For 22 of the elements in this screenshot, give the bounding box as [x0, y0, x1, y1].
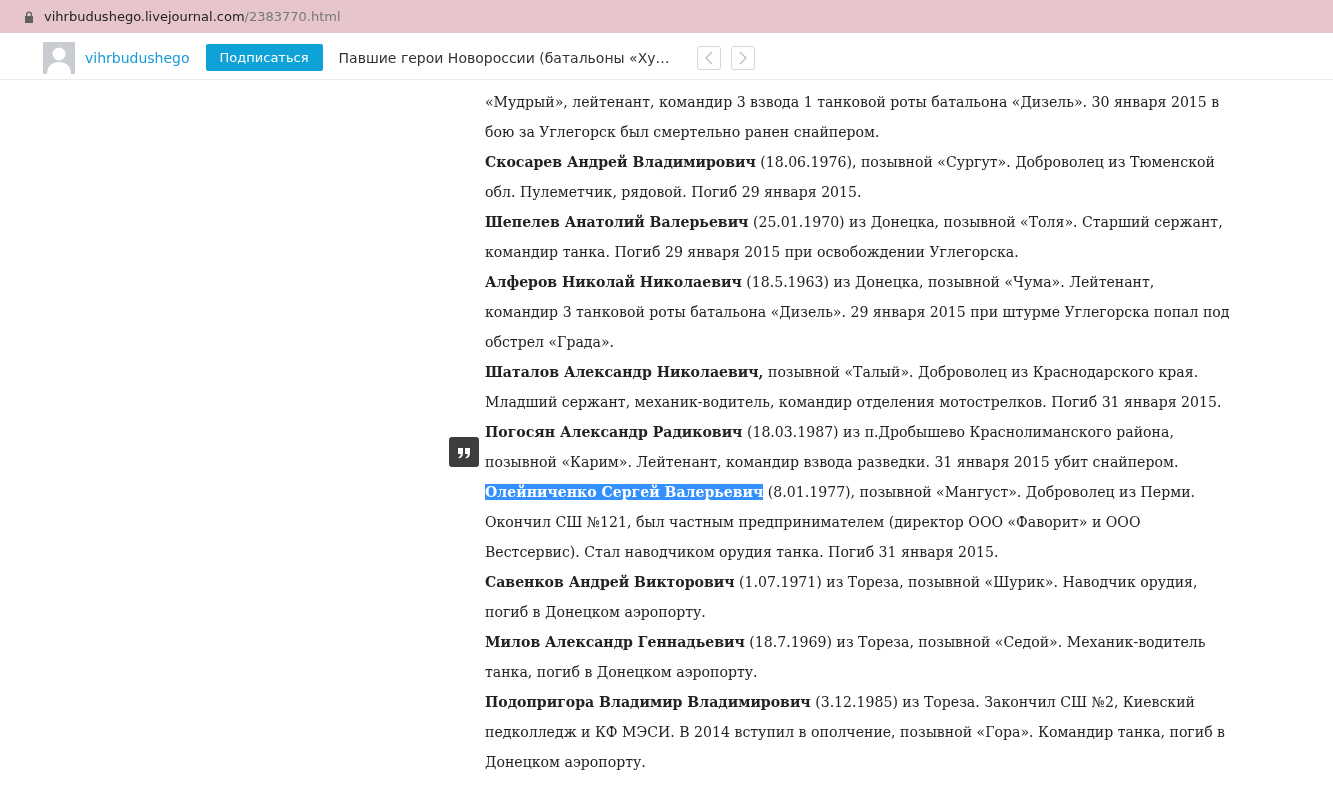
chevron-left-icon — [704, 50, 713, 65]
chevron-right-icon — [738, 50, 747, 65]
paragraph: Алферов Николай Николаевич (18.5.1963) из Донецка, позывной «Чума». Лейтенант, командир 3 танковой роты батальона «Дизель». 29 января 2015 при штурме Углегорска попал под обстрел «Града». — [485, 273, 1230, 352]
paragraph: Погосян Александр Радикович (18.03.1987) из п.Дробышево Краснолиманского района, позывной «Карим». Лейтенант, командир взвода разведки. 31 января 2015 убит снайпером. — [485, 423, 1180, 472]
address-bar[interactable]: vihrbudushego.livejournal.com/2383770.html — [0, 0, 1333, 33]
paragraph: Олейниченко Сергей Валерьевич (8.01.1977), позывной «Мангуст». Доброволец из Перми. Окончил СШ №121, был частным предпринимателем (директор ООО «Фаворит» и ООО Вестсервис). Стал наводчиком орудия танка. Погиб 31 января 2015. — [485, 483, 1197, 562]
username-link[interactable]: vihrbudushego — [85, 49, 190, 66]
avatar-icon[interactable] — [43, 41, 75, 74]
post-title: Павшие герои Новороссии (батальоны «Ху… — [338, 49, 670, 66]
previous-button[interactable] — [696, 45, 721, 70]
paragraph: Милов Александр Геннадьевич (18.7.1969) из Тореза, позывной «Седой». Механик-водитель танка, погиб в Донецком аэропорту. — [485, 633, 1207, 682]
lock-icon — [24, 10, 34, 23]
paragraph: «Мудрый», лейтенант, командир 3 взвода 1 танковой роты батальона «Дизель». 30 января 2015 в бою за Углегорск был смертельно ранен снайпером. — [485, 93, 1221, 142]
next-button[interactable] — [730, 45, 755, 70]
paragraph: Шаталов Александр Николаевич, позывной «Талый». Доброволец из Краснодарского края. Младший сержант, механик-водитель, командир отделения мотострелков. Погиб 31 января 2015. — [485, 363, 1223, 412]
subscribe-button[interactable]: Подписаться — [205, 44, 323, 71]
url-text: vihrbudushego.livejournal.com/2383770.html — [44, 9, 341, 24]
paragraph: Шепелев Анатолий Валерьевич (25.01.1970) из Донецка, позывной «Толя». Старший сержант, командир танка. Погиб 29 января 2015 при освобождении Углегорска. — [485, 213, 1224, 262]
paragraph: Подопригора Владимир Владимирович (3.12.1985) из Тореза. Закончил СШ №2, Киевский педколледж и КФ МЭСИ. В 2014 вступил в ополчение, позывной «Гора». Командир танка, погиб в Донецком аэропорту. — [485, 693, 1227, 772]
paragraph: Скосарев Андрей Владимирович (18.06.1976), позывной «Сургут». Доброволец из Тюменской обл. Пулеметчик, рядовой. Погиб 29 января 2015. — [485, 153, 1216, 202]
quote-icon[interactable] — [449, 437, 479, 467]
paragraph: Савенков Андрей Викторович (1.07.1971) из Тореза, позывной «Шурик». Наводчик орудия, погиб в Донецком аэропорту. — [485, 573, 1199, 622]
